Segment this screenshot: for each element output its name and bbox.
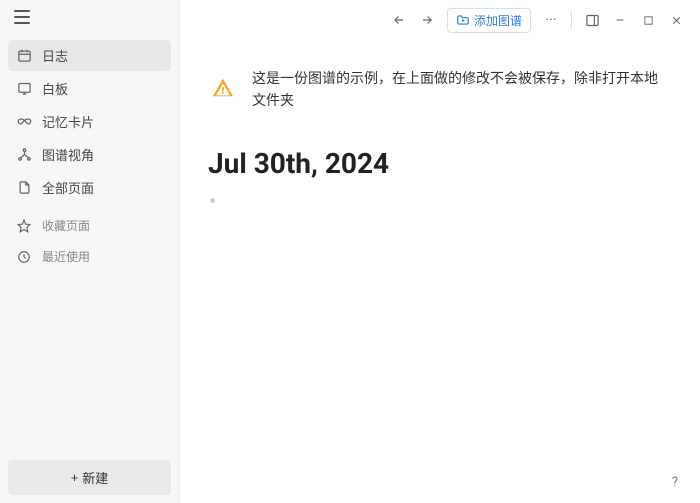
window-close-button[interactable] xyxy=(664,8,688,32)
window-maximize-button[interactable] xyxy=(636,8,660,32)
new-button[interactable]: + 新建 xyxy=(8,460,171,495)
help-button[interactable]: ? xyxy=(664,471,686,493)
sidebar-item-label: 收藏页面 xyxy=(42,217,90,234)
ellipsis-icon: ··· xyxy=(546,12,557,28)
demo-alert: 这是一份图谱的示例，在上面做的修改不会被保存，除非打开本地文件夹 xyxy=(208,60,672,137)
sidebar-item-favorites[interactable]: 收藏页面 xyxy=(8,211,171,240)
infinity-icon xyxy=(16,114,32,130)
sidebar-item-label: 全部页面 xyxy=(42,178,94,197)
add-graph-label: 添加图谱 xyxy=(474,12,522,29)
nav-forward-button[interactable] xyxy=(415,8,439,32)
new-button-label: 新建 xyxy=(82,468,108,487)
folder-plus-icon xyxy=(456,13,470,27)
page-title: Jul 30th, 2024 xyxy=(208,147,672,180)
hamburger-icon[interactable] xyxy=(14,10,30,24)
empty-block-bullet[interactable] xyxy=(210,198,215,203)
sidebar-item-graph-view[interactable]: 图谱视角 xyxy=(8,139,171,170)
sidebar-item-label: 白板 xyxy=(42,79,68,98)
clock-icon xyxy=(16,249,32,265)
sidebar: 日志 白板 记忆卡片 图谱视角 全部页面 xyxy=(0,0,180,503)
help-icon: ? xyxy=(672,475,678,490)
pages-icon xyxy=(16,180,32,196)
sidebar-item-label: 记忆卡片 xyxy=(42,112,94,131)
topbar: 添加图谱 ··· xyxy=(180,0,700,40)
star-icon xyxy=(16,218,32,234)
whiteboard-icon xyxy=(16,81,32,97)
calendar-icon xyxy=(16,48,32,64)
sidebar-header xyxy=(0,0,179,32)
sidebar-item-label: 图谱视角 xyxy=(42,145,94,164)
window-minimize-button[interactable] xyxy=(608,8,632,32)
divider xyxy=(571,11,572,29)
sidebar-item-flashcards[interactable]: 记忆卡片 xyxy=(8,106,171,137)
sidebar-nav: 日志 白板 记忆卡片 图谱视角 全部页面 xyxy=(0,32,179,452)
right-sidebar-toggle[interactable] xyxy=(580,8,604,32)
more-button[interactable]: ··· xyxy=(539,8,563,32)
nav-back-button[interactable] xyxy=(387,8,411,32)
add-graph-button[interactable]: 添加图谱 xyxy=(447,8,531,33)
sidebar-item-whiteboard[interactable]: 白板 xyxy=(8,73,171,104)
sidebar-secondary: 收藏页面 最近使用 xyxy=(8,211,171,271)
sidebar-item-label: 最近使用 xyxy=(42,248,90,265)
sidebar-item-journal[interactable]: 日志 xyxy=(8,40,171,71)
content-area: 这是一份图谱的示例，在上面做的修改不会被保存，除非打开本地文件夹 Jul 30t… xyxy=(180,40,700,503)
sidebar-footer: + 新建 xyxy=(0,452,179,503)
alert-text: 这是一份图谱的示例，在上面做的修改不会被保存，除非打开本地文件夹 xyxy=(252,68,668,113)
plus-icon: + xyxy=(71,470,79,485)
sidebar-item-recent[interactable]: 最近使用 xyxy=(8,242,171,271)
sidebar-item-all-pages[interactable]: 全部页面 xyxy=(8,172,171,203)
sidebar-item-label: 日志 xyxy=(42,46,68,65)
main: 添加图谱 ··· 这是一份图谱的示例，在上面做的修改不会被保存，除非打开本地文件… xyxy=(180,0,700,503)
graph-icon xyxy=(16,147,32,163)
warning-icon xyxy=(212,77,234,103)
